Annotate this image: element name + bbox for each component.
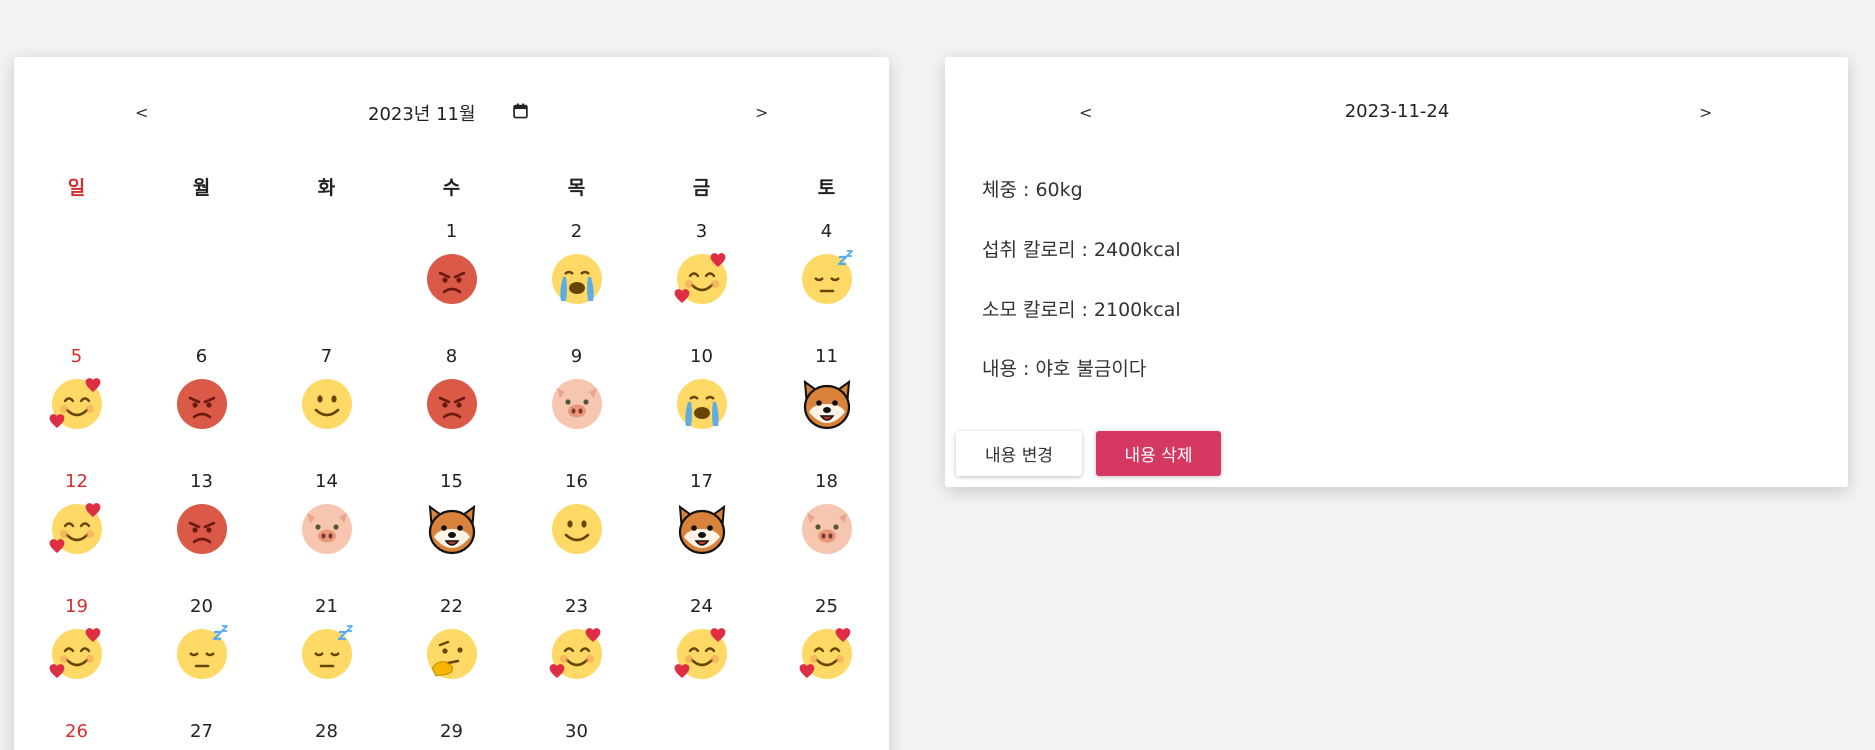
calendar-day-number[interactable]: 2 <box>514 221 639 242</box>
sleepy-mood-icon[interactable] <box>264 625 389 681</box>
calendar-day-number[interactable]: 9 <box>514 346 639 367</box>
calendar-day-number[interactable]: 16 <box>514 471 639 492</box>
weekday-label: 목 <box>567 177 586 199</box>
crying-mood-icon[interactable] <box>639 377 764 431</box>
calendar-day-number[interactable]: 20 <box>139 596 264 617</box>
love-mood-icon[interactable] <box>14 627 139 681</box>
edit-content-button[interactable]: 내용 변경 <box>956 431 1082 476</box>
love-mood-icon[interactable] <box>639 627 764 681</box>
angry-mood-icon[interactable] <box>139 502 264 556</box>
calendar-day-number[interactable]: 5 <box>14 346 139 367</box>
weekday-label: 토 <box>817 177 836 199</box>
delete-content-button[interactable]: 내용 삭제 <box>1096 431 1221 476</box>
calendar-day-number[interactable]: 3 <box>639 221 764 242</box>
love-mood-icon[interactable] <box>514 627 639 681</box>
calendar-day-number[interactable]: 8 <box>389 346 514 367</box>
calendar-day-number[interactable]: 22 <box>389 596 514 617</box>
calendar-day-number[interactable]: 4 <box>764 221 889 242</box>
calendar-day-number[interactable]: 17 <box>639 471 764 492</box>
sleepy-mood-icon[interactable] <box>764 250 889 306</box>
calendar-day-number[interactable]: 18 <box>764 471 889 492</box>
sleepy-mood-icon[interactable] <box>139 625 264 681</box>
next-month-button[interactable]: > <box>755 103 768 122</box>
dog-mood-icon[interactable] <box>639 502 764 556</box>
weekday-label: 수 <box>442 177 461 199</box>
pig-mood-icon[interactable] <box>264 502 389 556</box>
calendar-day-number[interactable]: 30 <box>514 721 639 742</box>
calendar-day-number[interactable]: 7 <box>264 346 389 367</box>
calendar-day-number[interactable]: 13 <box>139 471 264 492</box>
love-mood-icon[interactable] <box>764 627 889 681</box>
calendar-day-number[interactable]: 12 <box>14 471 139 492</box>
month-title: 2023년 11월 <box>368 104 476 125</box>
calendar-day-number[interactable]: 19 <box>14 596 139 617</box>
crying-mood-icon[interactable] <box>514 252 639 306</box>
calendar-day-number[interactable]: 26 <box>14 721 139 742</box>
calendar-day-number[interactable]: 25 <box>764 596 889 617</box>
dog-mood-icon[interactable] <box>389 502 514 556</box>
weekday-label: 일 <box>67 177 86 199</box>
calendar-day-number[interactable]: 15 <box>389 471 514 492</box>
next-day-button[interactable]: > <box>1699 103 1712 122</box>
love-mood-icon[interactable] <box>639 252 764 306</box>
calendar-day-number[interactable]: 29 <box>389 721 514 742</box>
angry-mood-icon[interactable] <box>389 377 514 431</box>
angry-mood-icon[interactable] <box>389 252 514 306</box>
calendar-day-number[interactable]: 6 <box>139 346 264 367</box>
calendar-day-number[interactable]: 21 <box>264 596 389 617</box>
dog-mood-icon[interactable] <box>764 377 889 431</box>
prev-day-button[interactable]: < <box>1079 103 1092 122</box>
thinking-mood-icon[interactable] <box>389 627 514 681</box>
weekday-label: 금 <box>692 177 711 199</box>
calendar-day-number[interactable]: 10 <box>639 346 764 367</box>
calendar-day-number[interactable]: 11 <box>764 346 889 367</box>
weekday-label: 화 <box>317 177 336 199</box>
weight-text: 체중 : 60kg <box>982 179 1083 201</box>
calendar-card: < 2023년 11월 > 일월화수목금토 1 2 3 4 5 6 7 8 9 10 11 12 13 1… <box>14 57 889 750</box>
content-text: 내용 : 야호 불금이다 <box>982 358 1147 380</box>
love-mood-icon[interactable] <box>14 502 139 556</box>
detail-card: < 2023-11-24 > 체중 : 60kg 섭취 칼로리 : 2400kc… <box>945 57 1848 487</box>
calendar-day-number[interactable]: 27 <box>139 721 264 742</box>
burned-calories-text: 소모 칼로리 : 2100kcal <box>982 299 1181 321</box>
weekday-label: 월 <box>192 177 211 199</box>
prev-month-button[interactable]: < <box>135 103 148 122</box>
intake-calories-text: 섭취 칼로리 : 2400kcal <box>982 239 1181 261</box>
calendar-day-number[interactable]: 23 <box>514 596 639 617</box>
smile-mood-icon[interactable] <box>264 377 389 431</box>
pig-mood-icon[interactable] <box>764 502 889 556</box>
angry-mood-icon[interactable] <box>139 377 264 431</box>
calendar-day-number[interactable]: 14 <box>264 471 389 492</box>
love-mood-icon[interactable] <box>14 377 139 431</box>
calendar-day-number[interactable]: 24 <box>639 596 764 617</box>
detail-date: 2023-11-24 <box>1344 101 1450 122</box>
calendar-picker-icon[interactable] <box>512 102 529 119</box>
calendar-day-number[interactable]: 1 <box>389 221 514 242</box>
pig-mood-icon[interactable] <box>514 377 639 431</box>
calendar-day-number[interactable]: 28 <box>264 721 389 742</box>
smile-mood-icon[interactable] <box>514 502 639 556</box>
